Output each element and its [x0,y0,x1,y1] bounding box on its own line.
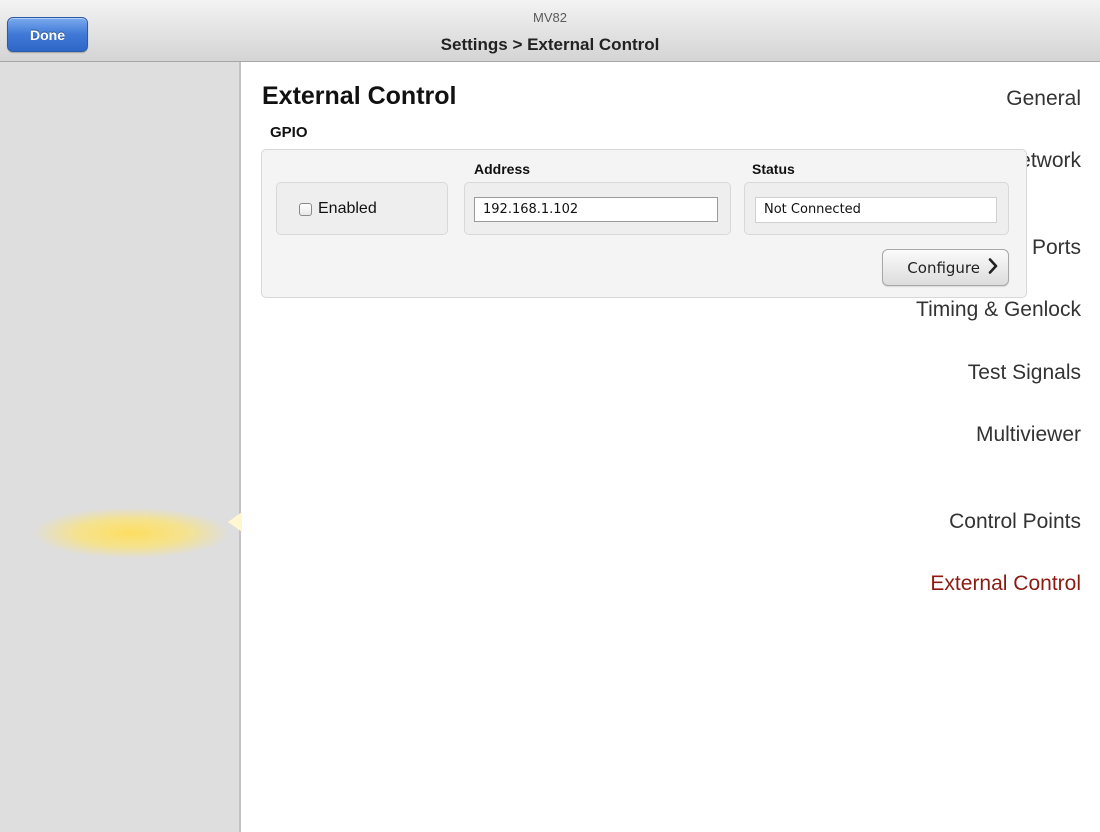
status-column-label: Status [752,161,795,177]
sidebar-item-test-signals[interactable]: Test Signals [968,361,1081,385]
page-breadcrumb: Settings > External Control [440,35,660,54]
enabled-checkbox[interactable] [299,203,312,216]
enabled-label[interactable]: Enabled [318,200,377,218]
status-field: Not Connected [755,197,997,223]
page-title: External Control [262,82,457,110]
address-column-label: Address [474,161,531,177]
app-window: Done MV82 Settings > External Control Ge… [0,0,1100,832]
sidebar-item-control-points[interactable]: Control Points [949,510,1081,534]
sidebar-item-ports[interactable]: Ports [1032,236,1081,260]
device-name: MV82 [533,10,567,25]
sidebar-item-general[interactable]: General [1006,87,1081,111]
sidebar-item-multiviewer[interactable]: Multiviewer [976,423,1081,447]
sidebar-item-external-control[interactable]: External Control [930,572,1081,596]
active-item-pointer-icon [228,512,242,532]
chevron-right-icon [988,257,998,278]
configure-button[interactable]: Configure [882,249,1009,286]
configure-button-label: Configure [907,258,980,277]
section-title-gpio: GPIO [270,124,308,141]
active-item-highlight [34,508,228,558]
sidebar-item-timing-genlock[interactable]: Timing & Genlock [916,298,1081,322]
title-bar: Done MV82 Settings > External Control [0,0,1100,62]
address-input[interactable] [474,197,718,222]
sidebar [0,62,241,832]
